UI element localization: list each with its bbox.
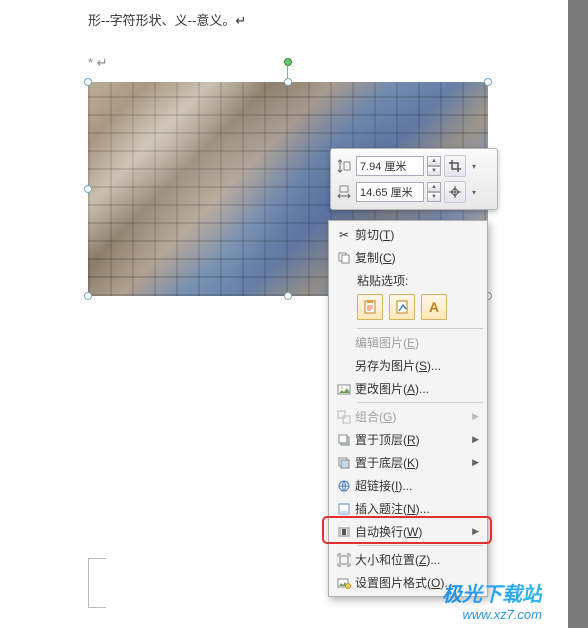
watermark-name: 极光下载站	[442, 578, 542, 607]
menu-insert-caption[interactable]: 插入题注(N)...	[329, 497, 487, 520]
document-page: 形--字符形状、义--意义。↵ * ↵ ▲▼ ▾	[0, 0, 568, 628]
resize-handle-tr[interactable]	[484, 78, 492, 86]
size-mini-toolbar: ▲▼ ▾ ▲▼ ▾	[330, 148, 498, 210]
resize-handle-bl[interactable]	[84, 292, 92, 300]
position-dropdown[interactable]: ▾	[469, 188, 479, 197]
bring-front-icon	[333, 431, 355, 449]
save-picture-icon	[333, 357, 355, 375]
hyperlink-icon	[333, 477, 355, 495]
separator	[357, 545, 483, 546]
width-spinner[interactable]: ▲▼	[427, 182, 441, 202]
submenu-arrow-icon: ▶	[472, 434, 479, 445]
menu-cut[interactable]: ✂ 剪切(T)	[329, 223, 487, 246]
return-mark: * ↵	[88, 55, 108, 71]
caption-icon	[333, 500, 355, 518]
menu-text-wrap[interactable]: 自动换行(W) ▶	[329, 520, 487, 543]
submenu-arrow-icon: ▶	[472, 526, 479, 537]
height-spinner[interactable]: ▲▼	[427, 156, 441, 176]
page-shadow	[568, 0, 588, 628]
width-input[interactable]	[356, 182, 424, 202]
rotation-handle[interactable]	[284, 58, 292, 66]
resize-handle-tl[interactable]	[84, 78, 92, 86]
watermark-url: www.xz7.com	[442, 607, 542, 622]
text-wrap-icon	[333, 523, 355, 541]
resize-handle-ml[interactable]	[84, 185, 92, 193]
height-icon	[335, 157, 353, 175]
menu-size-position[interactable]: 大小和位置(Z)...	[329, 548, 487, 571]
send-back-icon	[333, 454, 355, 472]
submenu-arrow-icon: ▶	[472, 457, 479, 468]
submenu-arrow-icon: ▶	[472, 411, 479, 422]
menu-send-back[interactable]: 置于底层(K) ▶	[329, 451, 487, 474]
position-button[interactable]	[444, 181, 466, 203]
menu-bring-front[interactable]: 置于顶层(R) ▶	[329, 428, 487, 451]
group-icon	[333, 408, 355, 426]
separator	[357, 328, 483, 329]
paste-option-2[interactable]	[389, 294, 415, 320]
paste-options-label: 粘贴选项:	[329, 269, 487, 291]
paste-options-row: A	[329, 291, 487, 326]
menu-change-picture[interactable]: 更改图片(A)...	[329, 377, 487, 400]
paste-option-1[interactable]	[357, 294, 383, 320]
margin-bracket	[88, 558, 106, 608]
crop-button[interactable]	[444, 155, 466, 177]
separator	[357, 402, 483, 403]
resize-handle-bm[interactable]	[284, 292, 292, 300]
format-picture-icon	[333, 574, 355, 592]
change-picture-icon	[333, 380, 355, 398]
watermark: 极光下载站 www.xz7.com	[442, 578, 542, 622]
crop-dropdown[interactable]: ▾	[469, 162, 479, 171]
copy-icon	[333, 249, 355, 267]
menu-group: 组合(G) ▶	[329, 405, 487, 428]
size-position-icon	[333, 551, 355, 569]
width-icon	[335, 183, 353, 201]
menu-edit-picture: 编辑图片(E)	[329, 331, 487, 354]
edit-picture-icon	[333, 334, 355, 352]
document-text: 形--字符形状、义--意义。↵	[88, 10, 246, 29]
context-menu: ✂ 剪切(T) 复制(C) 粘贴选项: A 编辑图片(E)	[328, 220, 488, 597]
scissors-icon: ✂	[333, 226, 355, 244]
menu-hyperlink[interactable]: 超链接(I)...	[329, 474, 487, 497]
menu-copy[interactable]: 复制(C)	[329, 246, 487, 269]
menu-save-as-picture[interactable]: 另存为图片(S)...	[329, 354, 487, 377]
paste-option-3[interactable]: A	[421, 294, 447, 320]
resize-handle-tm[interactable]	[284, 78, 292, 86]
height-input[interactable]	[356, 156, 424, 176]
